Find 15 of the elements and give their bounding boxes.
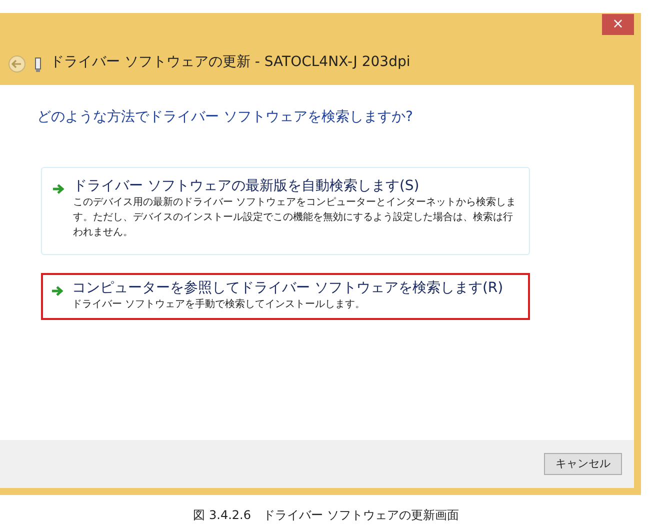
device-icon: [34, 57, 42, 73]
cancel-button[interactable]: キャンセル: [544, 453, 622, 475]
window-title: ドライバー ソフトウェアの更新 - SATOCL4NX-J 203dpi: [50, 53, 410, 72]
back-icon[interactable]: [8, 55, 26, 73]
figure-caption: 図 3.4.2.6 ドライバー ソフトウェアの更新画面: [192, 509, 460, 522]
option-link[interactable]: ドライバー ソフトウェアの最新版を自動検索します(S) このデバイス用の最新のドライバー ソフトウェアをコンピューターとインターネットから検索します。ただし、デバイスのインストール設定でこの機能を無効にするよう設定した場合は、検索は行われません。: [41, 167, 530, 255]
option-link[interactable]: コンピューターを参照してドライバー ソフトウェアを検索します(R) ドライバー ソフトウェアを手動で検索してインストールします。: [41, 272, 530, 320]
arrow-icon: [51, 284, 64, 297]
option-title: コンピューターを参照してドライバー ソフトウェアを検索します(R): [72, 280, 504, 297]
option-title: ドライバー ソフトウェアの最新版を自動検索します(S): [73, 178, 420, 195]
option-description: ドライバー ソフトウェアを手動で検索してインストールします。: [72, 298, 366, 312]
arrow-icon: [52, 183, 65, 195]
close-button[interactable]: ×: [602, 14, 634, 35]
instruction-heading: どのような方法でドライバー ソフトウェアを検索しますか?: [37, 108, 414, 127]
option-description: このデバイス用の最新のドライバー ソフトウェアをコンピューターとインターネットから検索します。ただし、デバイスのインストール設定でこの機能を無効にするよう設定した場合は、検索は行われません。: [73, 196, 518, 240]
